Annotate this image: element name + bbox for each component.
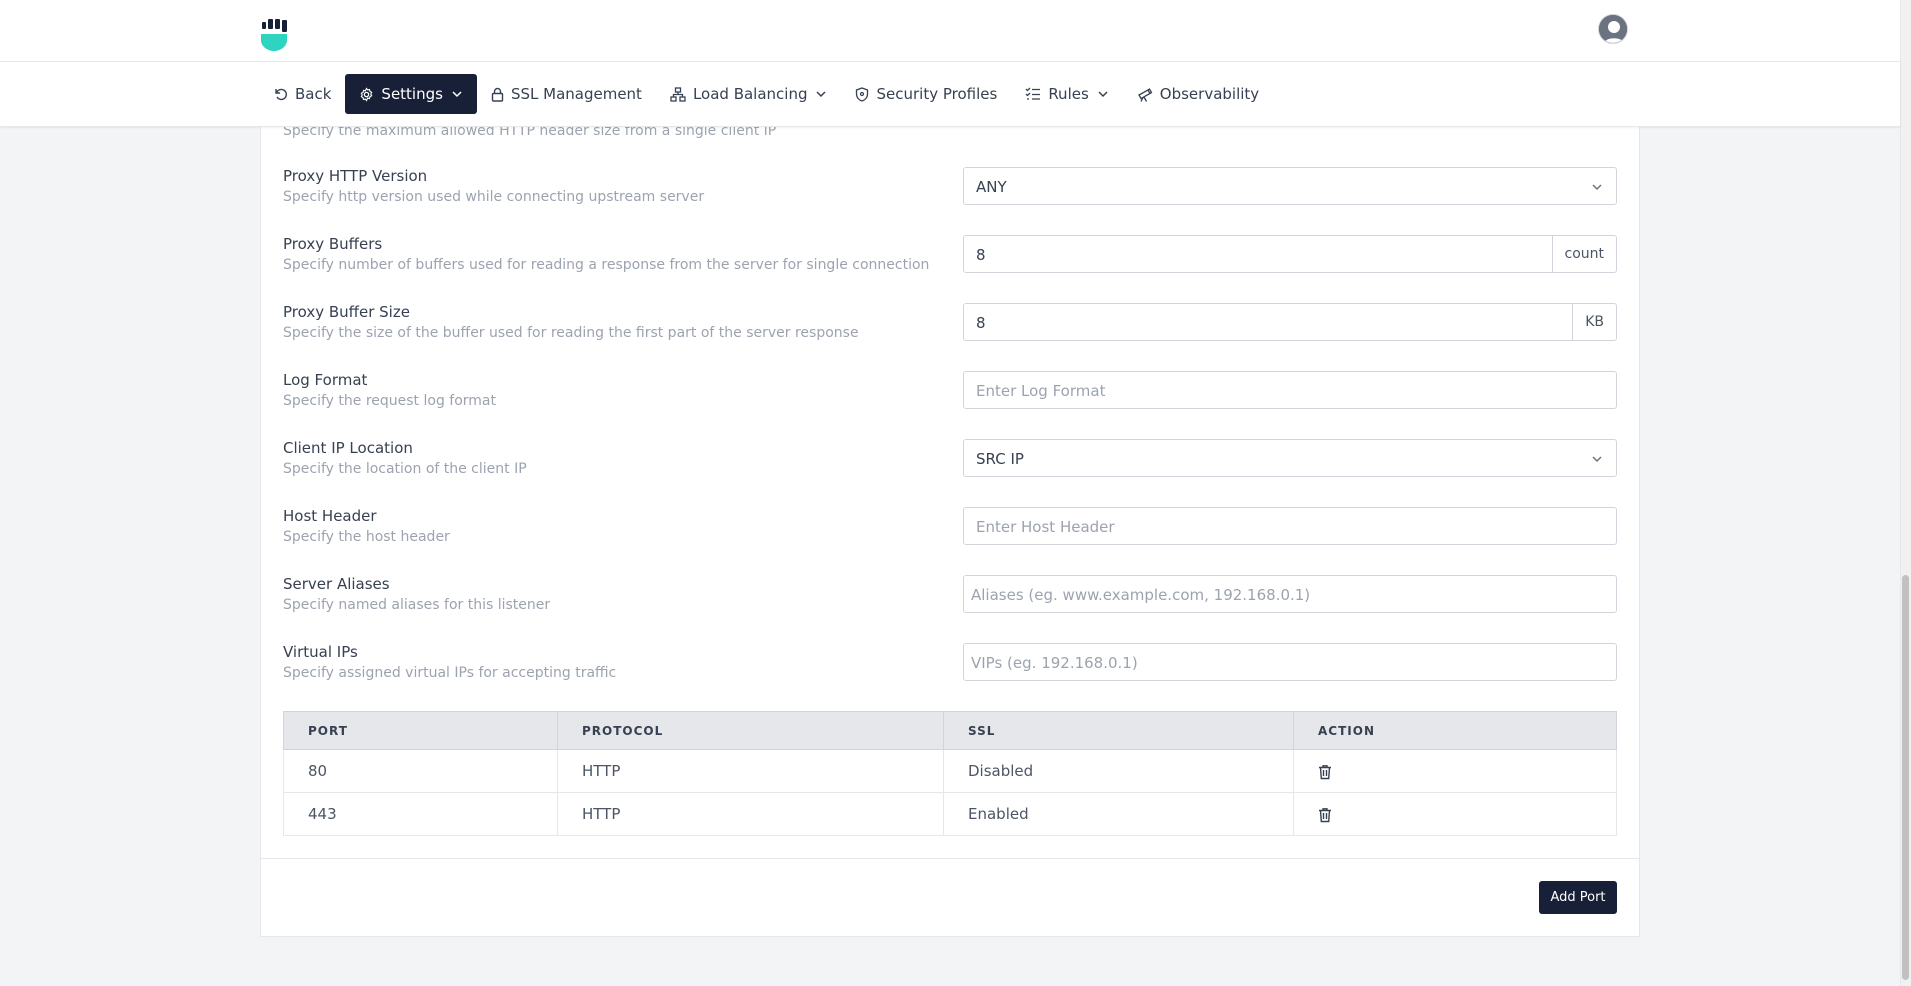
ssl-cell: Enabled [943,792,1294,836]
proxy-buffers-input[interactable]: 8 count [963,235,1617,273]
input-placeholder: Enter Host Header [976,518,1115,536]
field-label: Server Aliases [283,575,390,593]
table-row: 443 HTTP Enabled [283,792,1617,836]
column-header-ssl: SSL [943,711,1294,750]
select-value: SRC IP [976,450,1024,468]
logo-icon [261,19,287,51]
list-check-icon [1025,87,1041,100]
chevron-down-icon [1592,184,1602,191]
add-port-button[interactable]: Add Port [1539,881,1617,914]
input-placeholder: Enter Log Format [976,382,1106,400]
client-ip-location-select[interactable]: SRC IP [963,439,1617,477]
nav-ssl-management[interactable]: SSL Management [477,74,656,114]
proxy-http-version-select[interactable]: ANY [963,167,1617,205]
nav-settings[interactable]: Settings [345,74,477,114]
column-header-action: ACTION [1293,711,1617,750]
lock-icon [491,87,504,102]
trash-icon[interactable] [1318,807,1332,823]
table-header-row: PORT PROTOCOL SSL ACTION [283,711,1617,750]
unit-addon: count [1551,236,1617,272]
host-header-input[interactable]: Enter Host Header [963,507,1617,545]
chevron-down-icon [816,91,827,98]
chevron-down-icon [1592,456,1602,463]
undo-icon [275,88,287,101]
nav-label: Observability [1159,85,1260,103]
virtual-ips-input[interactable]: VIPs (eg. 192.168.0.1) [963,643,1617,681]
field-label: Proxy Buffers [283,235,383,253]
field-description: Specify the request log format [283,393,496,409]
column-header-port: PORT [283,711,558,750]
nav-rules[interactable]: Rules [1011,74,1122,114]
field-label: Client IP Location [283,439,413,457]
user-icon [1599,15,1627,43]
protocol-cell: HTTP [557,749,944,793]
gear-icon [361,86,373,102]
port-cell: 443 [283,792,558,836]
nav-label: Rules [1048,85,1089,103]
field-description: Specify http version used while connecti… [283,189,705,205]
protocol-cell: HTTP [557,792,944,836]
nav-back[interactable]: Back [260,74,345,114]
field-label: Host Header [283,507,377,525]
server-aliases-input[interactable]: Aliases (eg. www.example.com, 192.168.0.… [963,575,1617,613]
ports-table: PORT PROTOCOL SSL ACTION 80 HTTP Disable… [283,711,1617,836]
nav-observability[interactable]: Observability [1123,74,1273,114]
field-label: Virtual IPs [283,643,358,661]
field-label: Proxy Buffer Size [283,303,410,321]
field-description: Specify named aliases for this listener [283,597,551,613]
chevron-down-icon [452,91,462,98]
field-description: Specify the host header [283,529,450,545]
field-description: Specify assigned virtual IPs for accepti… [283,665,617,681]
network-icon [670,86,686,102]
select-value: ANY [976,178,1007,196]
log-format-input[interactable]: Enter Log Format [963,371,1617,409]
field-description: Specify the size of the buffer used for … [283,325,859,341]
trash-icon[interactable] [1318,764,1332,780]
card-footer-divider [261,858,1639,859]
scrollbar[interactable] [1900,0,1911,986]
avatar[interactable] [1598,14,1628,44]
shield-icon [856,86,869,102]
scrollbar-thumb[interactable] [1902,575,1909,980]
port-cell: 80 [283,749,558,793]
column-header-protocol: PROTOCOL [557,711,944,750]
input-value: 8 [976,246,986,264]
action-cell [1293,792,1617,836]
input-placeholder: Aliases (eg. www.example.com, 192.168.0.… [971,586,1311,604]
field-description: Specify number of buffers used for readi… [283,257,930,273]
input-placeholder: VIPs (eg. 192.168.0.1) [971,654,1138,672]
field-label: Log Format [283,371,368,389]
nav-label: Load Balancing [692,85,808,103]
field-description: Specify the location of the client IP [283,461,527,477]
field-label: Proxy HTTP Version [283,167,428,185]
top-bar [0,0,1900,62]
nav-label: Security Profiles [876,85,998,103]
nav-label: SSL Management [510,85,642,103]
unit-addon: KB [1572,304,1616,340]
nav-load-balancing[interactable]: Load Balancing [656,74,842,114]
nav-bar: Back Settings SSL Management Load Balanc… [0,62,1900,127]
action-cell [1293,749,1617,793]
chevron-down-icon [1098,91,1108,98]
table-row: 80 HTTP Disabled [283,749,1617,793]
nav-label: Settings [381,85,443,103]
proxy-buffer-size-input[interactable]: 8 KB [963,303,1617,341]
nav-label: Back [295,85,332,103]
ssl-cell: Disabled [943,749,1294,793]
input-value: 8 [976,314,986,332]
nav-security-profiles[interactable]: Security Profiles [841,74,1011,114]
telescope-icon [1137,87,1153,102]
